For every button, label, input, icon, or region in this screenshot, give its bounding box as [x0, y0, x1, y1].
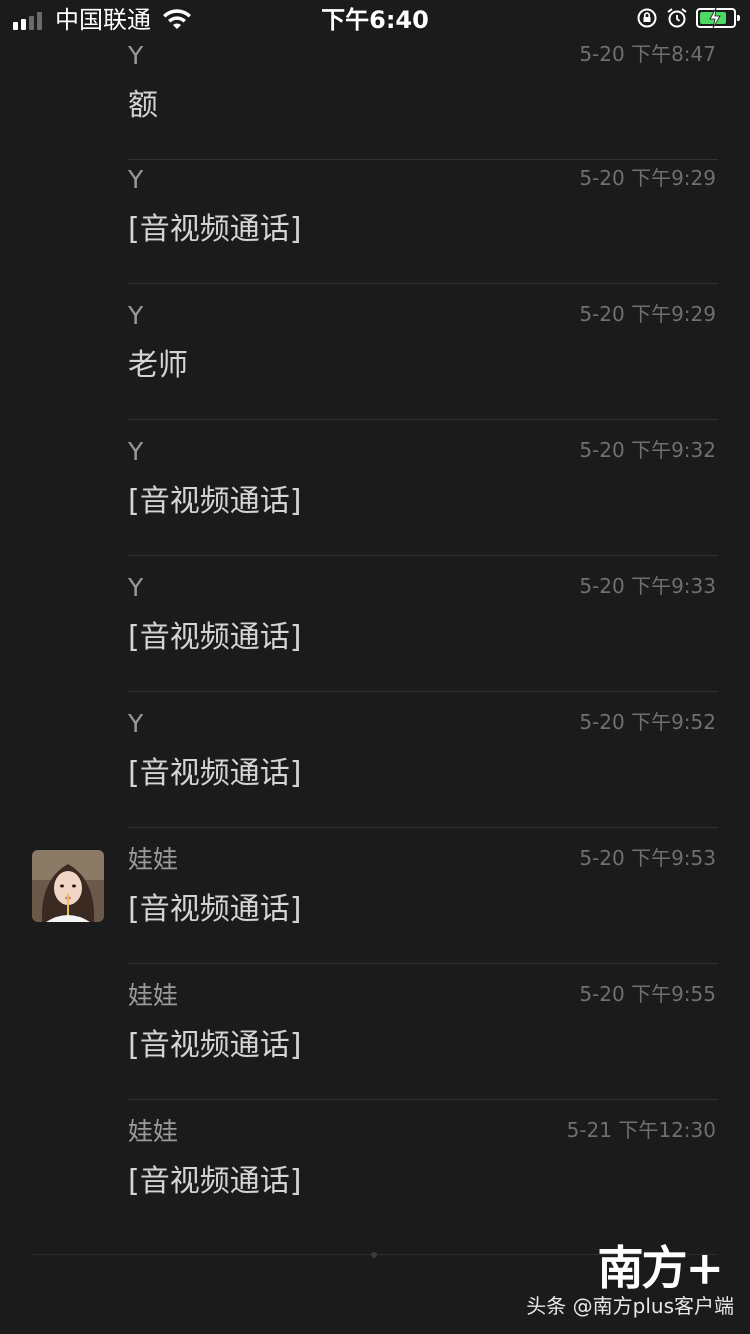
message-content: 老师	[128, 348, 188, 383]
message-content: [音视频通话]	[128, 756, 302, 791]
list-item[interactable]: Y 5-20 下午9:29 老师	[0, 284, 750, 420]
message-time: 5-20 下午9:29	[579, 166, 716, 190]
message-time: 5-20 下午9:32	[579, 438, 716, 462]
message-time: 5-21 下午12:30	[566, 1118, 716, 1142]
avatar[interactable]	[32, 850, 104, 922]
sender-name: Y	[128, 301, 144, 330]
sender-name: 娃娃	[128, 845, 179, 874]
list-item[interactable]: Y 5-20 下午9:33 [音视频通话]	[0, 556, 750, 692]
message-content: [音视频通话]	[128, 212, 302, 247]
sender-name: 娃娃	[128, 1117, 179, 1146]
sender-name: 娃娃	[128, 981, 179, 1010]
alarm-icon	[667, 8, 687, 28]
message-time: 5-20 下午9:53	[579, 846, 716, 870]
message-time: 5-20 下午9:52	[579, 710, 716, 734]
message-content: [音视频通话]	[128, 620, 302, 655]
message-time: 5-20 下午9:29	[579, 302, 716, 326]
list-item[interactable]: Y 5-20 下午9:52 [音视频通话]	[0, 692, 750, 828]
list-item[interactable]: Y 5-20 下午8:47 额	[0, 24, 750, 160]
sender-name: Y	[128, 709, 144, 738]
sender-name: Y	[128, 165, 144, 194]
message-time: 5-20 下午9:33	[579, 574, 716, 598]
watermark-logo: 南方+	[597, 1241, 724, 1295]
sender-name: Y	[128, 437, 144, 466]
orientation-lock-icon	[637, 8, 657, 28]
list-item[interactable]: 娃娃 5-20 下午9:55 [音视频通话]	[0, 964, 750, 1100]
list-item[interactable]: Y 5-20 下午9:29 [音视频通话]	[0, 148, 750, 284]
scroll-indicator	[371, 1252, 377, 1258]
sender-name: Y	[128, 41, 144, 70]
message-list[interactable]: Y 5-20 下午8:47 额 Y 5-20 下午9:29 [音视频通话] Y …	[0, 0, 750, 1260]
message-content: [音视频通话]	[128, 1164, 302, 1199]
status-bar: 中国联通 下午6:40	[0, 0, 750, 40]
message-content: 额	[128, 88, 158, 123]
watermark-caption: 头条 @南方plus客户端	[526, 1294, 734, 1318]
list-item[interactable]: Y 5-20 下午9:32 [音视频通话]	[0, 420, 750, 556]
battery-charging-icon	[696, 8, 740, 28]
message-content: [音视频通话]	[128, 484, 302, 519]
list-item[interactable]: 娃娃 5-21 下午12:30 [音视频通话]	[0, 1100, 750, 1236]
message-content: [音视频通话]	[128, 1028, 302, 1063]
message-content: [音视频通话]	[128, 892, 302, 927]
list-item[interactable]: 娃娃 5-20 下午9:53 [音视频通话]	[0, 828, 750, 964]
message-time: 5-20 下午9:55	[579, 982, 716, 1006]
sender-name: Y	[128, 573, 144, 602]
message-time: 5-20 下午8:47	[579, 42, 716, 66]
